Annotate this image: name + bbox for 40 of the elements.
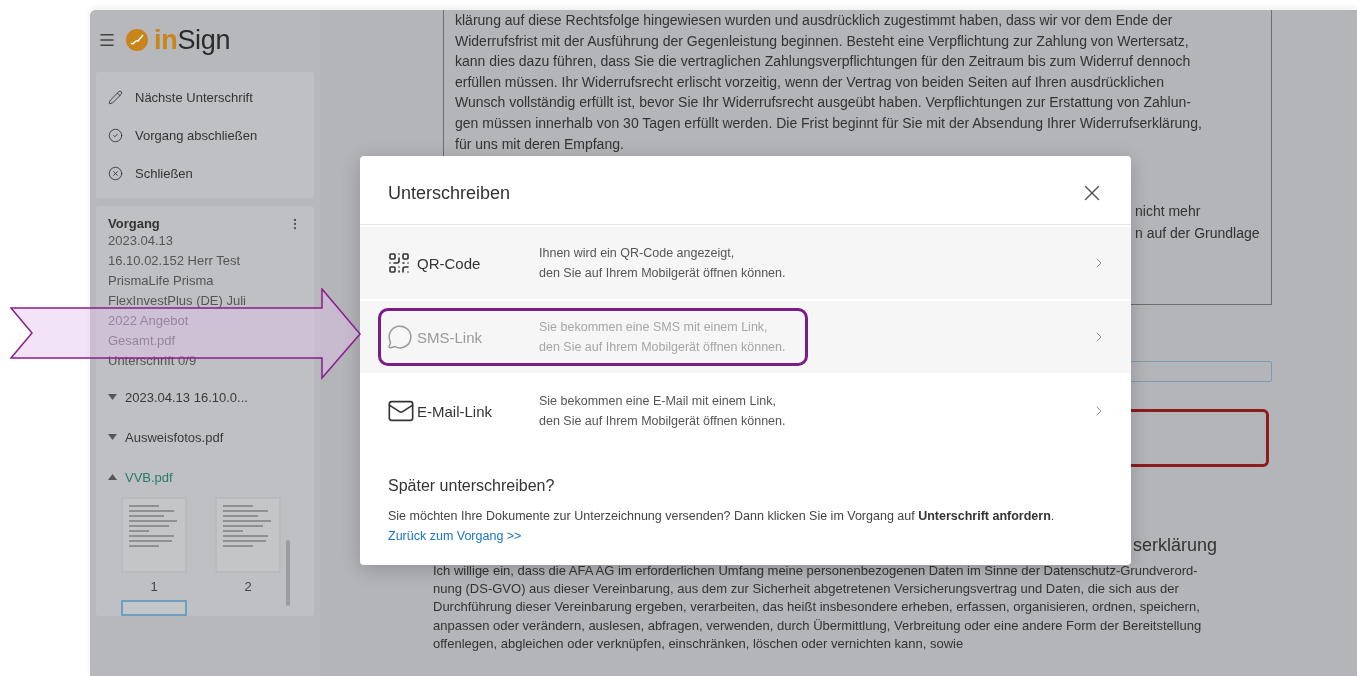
dialog-title: Unterschreiben [388,182,511,204]
chat-bubble-icon [387,324,413,350]
sidebar-action[interactable]: Vorgang abschließen [96,116,314,154]
back-link[interactable]: Zurück zum Vorgang >> [388,529,522,543]
sign-option[interactable]: E-Mail-Link Sie bekommen eine E-Mail mit einem Link, den Sie auf Ihrem Mobilgerät öffnen können. [360,375,1131,447]
pencil-icon [108,89,123,105]
process-heading: Vorgang [108,216,160,231]
page-thumbnail[interactable] [121,600,187,616]
check-circle-icon [108,127,123,143]
document-text-line: Widerrufsfrist mit der Ausführung der Gegenleistung beginnen. Besteht eine Verpflichtung zur Zahlung von Wertersatz, [455,31,1190,51]
page-thumbnail[interactable] [121,497,187,573]
qr-code-icon [387,251,411,275]
sidebar-action[interactable]: Schließen [96,154,314,192]
document-text-line: Wunsch vollständig erfüllt ist, bevor Sie Ihr Widerrufsrecht ausgeübt haben. Verpflichtungen zur Erstattung von Zahlun- [455,93,1192,113]
close-circle-icon [108,165,123,181]
document-item[interactable]: 2023.04.13 16.10.0... [108,377,302,417]
sidebar-action[interactable]: Nächste Unterschrift [96,78,314,116]
scrollbar[interactable] [286,540,290,606]
document-text-line: gen müssen innerhalb von 30 Tagen erfüllt werden. Die Frist beginnt für Sie mit der Absendung Ihrer Widerrufserklärung, [455,113,1203,133]
section-heading: serklärung [1133,535,1219,556]
document-text-line: n auf der Grundlage [1135,224,1261,244]
menu-icon[interactable] [98,31,116,49]
caret-icon [108,394,117,400]
later-heading: Später unterschreiben? [388,477,556,495]
page-thumbnail[interactable] [215,497,281,573]
caret-icon [108,434,117,440]
document-text-line: nicht mehr [1135,202,1202,222]
sign-option[interactable]: QR-Code Ihnen wird ein QR-Code angezeigt, den Sie auf Ihrem Mobilgerät öffnen können. [360,227,1131,299]
document-item[interactable]: Ausweisfotos.pdf [108,417,302,457]
document-text-line: kann dies dazu führen, dass Sie die vertraglichen Zahlungsverpflichtungen für den Zeitraum bis zum Widerruf dennoch [455,52,1192,72]
document-text-line: klärung auf diese Rechtsfolge hingewiesen wurden und ausdrücklich zugestimmt haben, dass wir vor dem Ende der [455,11,1174,30]
later-text: Sie möchten Ihre Dokumente zur Unterzeichnung versenden? Dann klicken Sie im Vorgang auf Unterschrift anfordern. [388,509,1056,523]
app-logo: inSign [126,24,231,56]
process-title: 2023.04.13 16.10.02.152 Herr Test PrismaLife Prisma FlexInvestPlus (DE) Juli 2022 Angebot Gesamt.pdf [108,232,247,350]
page-number: 2 [244,579,252,594]
document-text-line: für uns mit deren Empfang. [455,134,625,154]
page-number: 1 [150,579,158,594]
caret-icon [108,474,117,480]
document-paragraph: Ich willige ein, dass die AFA AG im erforderlichen Umfang meine personenbezogenen Daten im Sinne der Datenschutz-Grundverord- nung (DS-GVO) aus dieser Vereinbarung, aus dem zur Sicherheit abgetretenen Versicherungsvertrag und Daten, die sich aus der Durchführung dieser Vereinbarung ergeben, verarbeiten, das heißt insbesondere erheben, erfassen, organisieren, ordnen, speichern, anpassen oder verändern, auslesen, abfragen, verwenden, durch Übermittlung, Verbreitung oder eine andere Form der Bereitstellung offenlegen, abgleichen oder verknüpfen, einschränken, löschen oder vernichten kann, sowie [433,562,1203,653]
document-text-line: erfüllen müssen. Ihr Widerrufsrecht erlischt vorzeitig, wenn der Vertrag von beiden Seiten auf Ihren ausdrücklichen [455,72,1165,92]
